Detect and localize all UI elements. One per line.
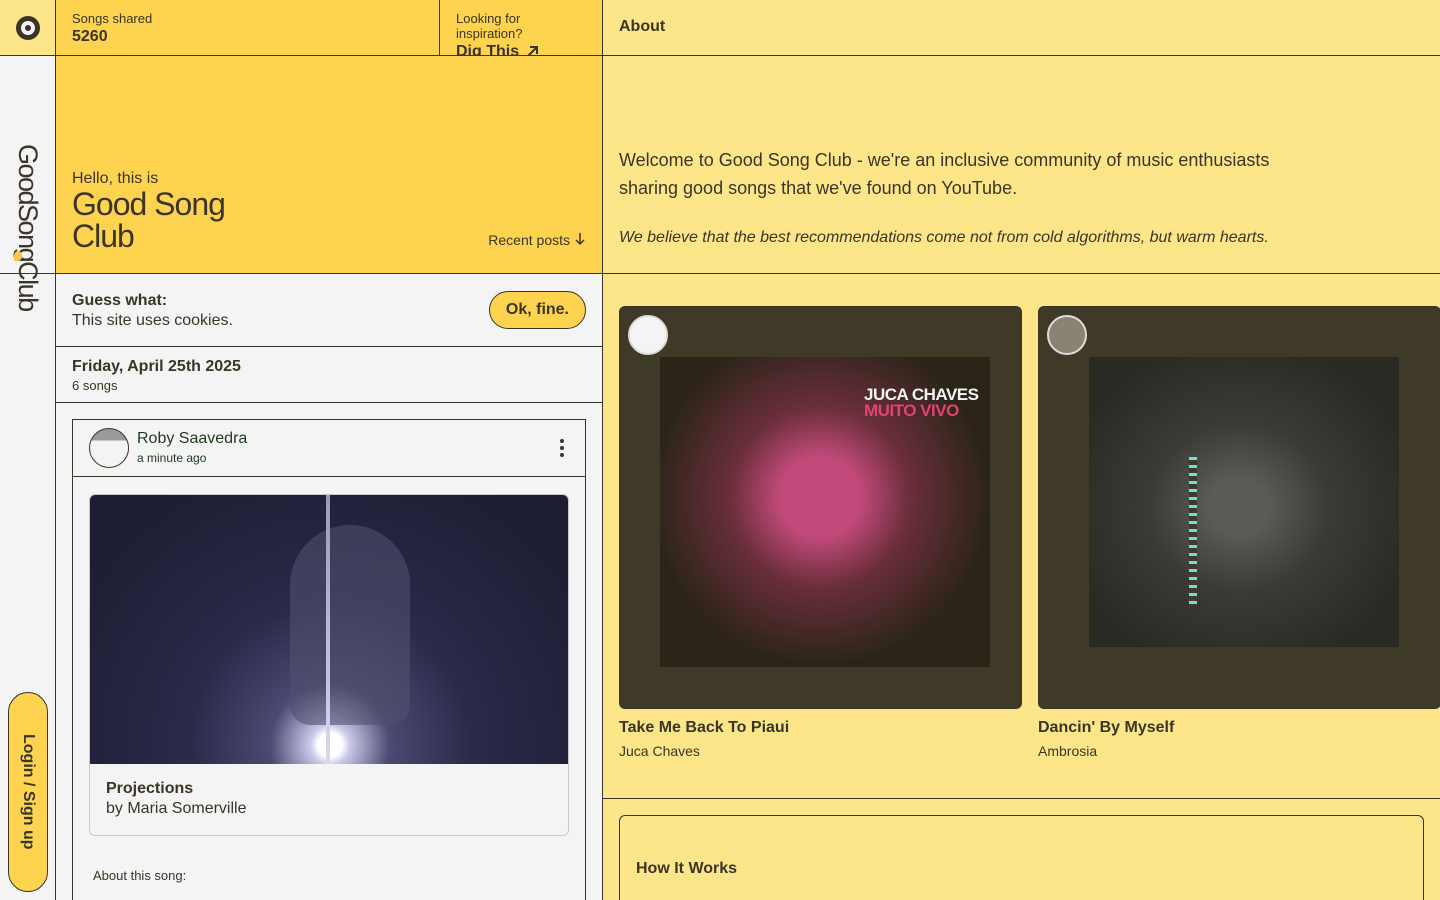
cookie-accept-button[interactable]: Ok, fine. [488, 291, 586, 329]
brand-cell: GoodSongClub [0, 56, 55, 311]
post-header: Roby Saavedra a minute ago [73, 420, 585, 477]
album-art-light-tower [1189, 457, 1197, 607]
album-art[interactable] [1038, 306, 1440, 709]
post-time: a minute ago [137, 451, 207, 465]
tile-song-artist: Juca Chaves [619, 743, 700, 759]
thumbnail-light-beam [326, 495, 330, 764]
song-post: Roby Saavedra a minute ago Projections b… [72, 419, 586, 900]
feed-song-count: 6 songs [72, 378, 118, 393]
recent-posts-label: Recent posts [488, 232, 570, 248]
more-options-icon[interactable] [559, 439, 565, 457]
feed-date-header: Friday, April 25th 2025 6 songs [56, 347, 602, 403]
avatar[interactable] [89, 428, 129, 468]
about-quote: We believe that the best recommendations… [619, 229, 1269, 246]
dig-this-panel[interactable]: Looking for inspiration? Dig This [439, 0, 603, 60]
tile-song-title[interactable]: Take Me Back To Piaui [619, 719, 1022, 737]
feed-panel: Friday, April 25th 2025 6 songs Roby Saa… [56, 347, 603, 900]
how-it-works-panel: How It Works [619, 815, 1424, 900]
cookie-banner: Guess what: This site uses cookies. Ok, … [56, 274, 603, 347]
inspiration-label: Looking for inspiration? [456, 11, 523, 41]
login-signup-button[interactable]: Login / Sign up [8, 692, 48, 892]
album-art[interactable]: JUCA CHAVES MUITO VIVO [619, 306, 1022, 709]
songs-shared-label: Songs shared [72, 11, 153, 26]
about-header[interactable]: About [603, 0, 1440, 56]
recent-posts-link[interactable]: Recent posts [488, 232, 586, 248]
songs-shared-value: 5260 [72, 28, 108, 45]
music-note-icon [14, 251, 22, 261]
about-intro: Welcome to Good Song Club - we're an inc… [619, 150, 1270, 198]
song-card[interactable]: Projections by Maria Somerville [89, 494, 569, 836]
hero-title: Good Song Club [72, 186, 226, 254]
cover-text-line2: MUITO VIVO [864, 401, 959, 420]
video-thumbnail[interactable] [90, 495, 568, 764]
song-tile[interactable]: JUCA CHAVES MUITO VIVO Take Me Back To P… [619, 306, 1022, 759]
tile-song-artist: Ambrosia [1038, 743, 1098, 759]
vinyl-disc-icon[interactable] [15, 15, 40, 40]
songs-shared-counter: Songs shared 5260 [56, 0, 440, 56]
song-meta: Projections by Maria Somerville [90, 764, 568, 834]
song-grid: JUCA CHAVES MUITO VIVO Take Me Back To P… [603, 274, 1440, 799]
user-badge-icon[interactable] [1047, 315, 1087, 355]
how-it-works-title: How It Works [636, 860, 738, 877]
post-username[interactable]: Roby Saavedra [137, 430, 247, 448]
tile-song-title[interactable]: Dancin' By Myself [1038, 719, 1440, 737]
song-title: Projections [106, 780, 194, 797]
logo-cell[interactable] [0, 0, 55, 56]
arrow-down-icon [575, 233, 585, 246]
login-signup-label: Login / Sign up [20, 734, 37, 850]
song-tile[interactable]: Dancin' By Myself Ambrosia [1038, 306, 1440, 759]
hero-panel: Hello, this is Good Song Club Recent pos… [56, 56, 603, 274]
song-artist: by Maria Somerville [106, 800, 247, 817]
brand-vertical-text[interactable]: GoodSongClub [13, 144, 43, 311]
about-panel: Welcome to Good Song Club - we're an inc… [603, 56, 1440, 274]
thumbnail-figure [290, 525, 410, 725]
user-badge-icon[interactable] [628, 315, 668, 355]
left-rail: GoodSongClub Login / Sign up [0, 0, 56, 900]
album-art-image [1089, 357, 1399, 647]
about-song-label: About this song: [93, 868, 187, 883]
feed-date: Friday, April 25th 2025 [72, 358, 241, 375]
